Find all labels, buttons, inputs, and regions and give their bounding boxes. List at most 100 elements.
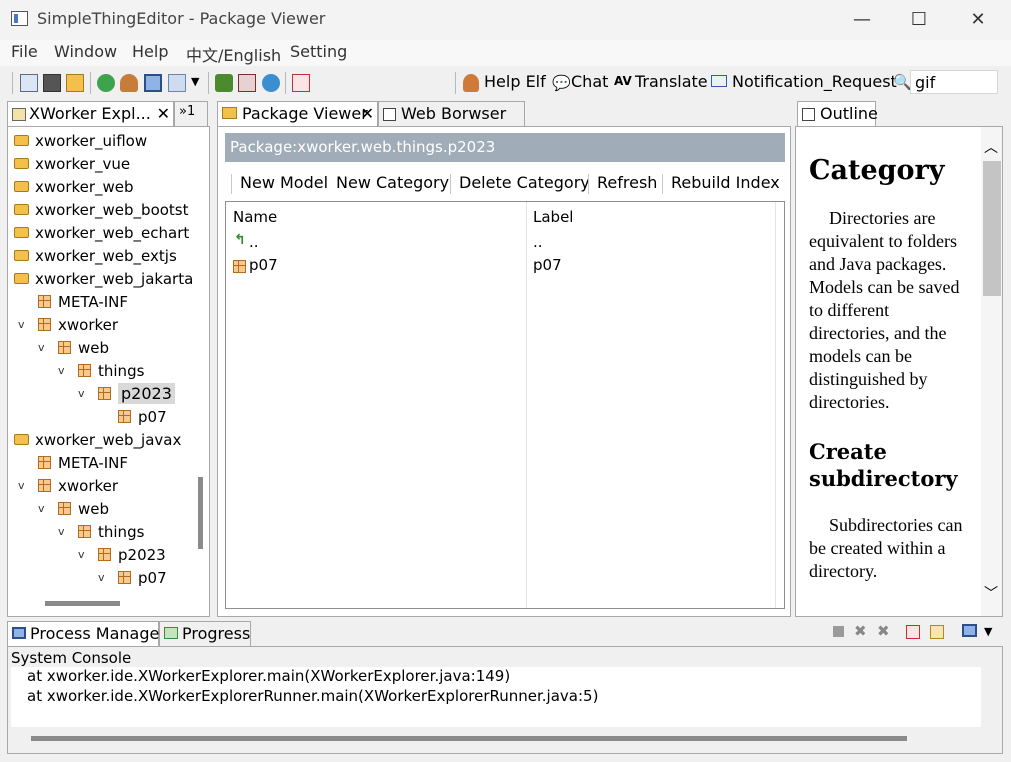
menu-help[interactable]: Help: [132, 42, 168, 61]
user-icon[interactable]: [120, 74, 138, 92]
dropdown-chevron-icon[interactable]: ▼: [191, 75, 199, 88]
stop-icon[interactable]: [833, 626, 844, 637]
tab-outline[interactable]: Outline: [797, 101, 878, 126]
chevron-down-icon[interactable]: v: [18, 318, 38, 331]
document-icon[interactable]: [238, 74, 256, 92]
outline-panel: Outline Category Directories are equival…: [795, 101, 1003, 617]
table-row[interactable]: ↰ .. ..: [226, 232, 784, 255]
tab-package-viewer[interactable]: Package Viewer ✕: [217, 101, 378, 126]
translate-button[interactable]: Translate: [635, 72, 708, 91]
chat-button[interactable]: Chat: [571, 72, 608, 91]
windows-icon[interactable]: [168, 74, 186, 92]
minimize-button[interactable]: —: [833, 0, 891, 40]
close-tab-icon[interactable]: ✕: [361, 104, 374, 123]
remove-all-icon[interactable]: ✖: [877, 622, 890, 640]
chevron-down-icon[interactable]: v: [98, 571, 118, 584]
folder-icon: [14, 181, 29, 192]
tree-item[interactable]: META-INF: [14, 290, 194, 313]
maximize-button[interactable]: ☐: [890, 0, 948, 40]
tree-item[interactable]: v p2023: [14, 543, 194, 566]
close-button[interactable]: ✕: [949, 0, 1007, 40]
tree-item[interactable]: v xworker: [14, 474, 194, 497]
tree-item[interactable]: xworker_web: [14, 175, 194, 198]
close-tab-icon[interactable]: ✕: [157, 104, 170, 123]
outline-body: Category Directories are equivalent to f…: [795, 126, 1003, 617]
outline-scrollbar[interactable]: ︿ ﹀: [981, 127, 1002, 616]
tree-item[interactable]: v things: [14, 520, 194, 543]
tree-item[interactable]: v xworker: [14, 313, 194, 336]
delete-category-button[interactable]: Delete Category: [453, 170, 596, 196]
chevron-down-icon[interactable]: v: [58, 525, 78, 538]
rebuild-index-button[interactable]: Rebuild Index: [665, 170, 786, 196]
plugin-icon[interactable]: [215, 74, 233, 92]
chat-icon: 💬: [552, 74, 571, 92]
tree-item[interactable]: v p2023: [14, 382, 194, 405]
help-elf-button[interactable]: Help Elf: [484, 72, 546, 91]
tree-item-label: p07: [138, 568, 167, 587]
checkbox-icon: [383, 108, 396, 121]
tree-item[interactable]: xworker_web_echart: [14, 221, 194, 244]
title-bar: SimpleThingEditor - Package Viewer — ☐ ✕: [0, 0, 1011, 40]
refresh-icon[interactable]: [97, 74, 115, 92]
search-input[interactable]: [910, 70, 998, 94]
tree-item[interactable]: v things: [14, 359, 194, 382]
bottom-panel: Process Manager Progress ✖ ✖ ▼ System Co…: [7, 621, 1003, 754]
tree-item-label: xworker_uiflow: [35, 131, 148, 150]
tree-item[interactable]: v web: [14, 336, 194, 359]
horizontal-scrollbar[interactable]: [45, 601, 120, 606]
action-bar: New Model New Category Delete Category R…: [225, 170, 785, 198]
notification-request-button[interactable]: Notification_Request: [732, 72, 897, 91]
java-file-icon[interactable]: [292, 74, 310, 92]
console-output[interactable]: at xworker.ide.XWorkerExplorer.main(XWor…: [11, 667, 981, 727]
scroll-thumb[interactable]: [983, 161, 1001, 296]
vertical-scrollbar[interactable]: [198, 477, 203, 549]
dropdown-chevron-icon[interactable]: ▼: [984, 625, 992, 638]
lock-icon[interactable]: [930, 625, 944, 639]
tree-item[interactable]: xworker_web_javax: [14, 428, 194, 451]
chevron-down-icon[interactable]: v: [78, 548, 98, 561]
tree-item[interactable]: xworker_web_bootst: [14, 198, 194, 221]
refresh-button[interactable]: Refresh: [591, 170, 663, 196]
tree-item-label: xworker_web_javax: [35, 430, 182, 449]
tree-item[interactable]: xworker_vue: [14, 152, 194, 175]
menu-language[interactable]: 中文/English: [186, 42, 281, 66]
tree-item[interactable]: xworker_web_extjs: [14, 244, 194, 267]
remove-icon[interactable]: ✖: [854, 622, 867, 640]
new-category-button[interactable]: New Category: [330, 170, 455, 196]
tree-item-label: p2023: [118, 383, 175, 404]
tab-web-browser[interactable]: Web Borwser: [378, 101, 525, 126]
menu-window[interactable]: Window: [54, 42, 117, 61]
chevron-down-icon[interactable]: v: [58, 364, 78, 377]
table-row[interactable]: p07 p07: [226, 255, 784, 278]
home-icon[interactable]: [20, 74, 38, 92]
chevron-down-icon[interactable]: v: [18, 479, 38, 492]
chevron-down-icon[interactable]: v: [38, 502, 58, 515]
tree-item[interactable]: xworker_uiflow: [14, 129, 194, 152]
tab-progress[interactable]: Progress: [159, 621, 251, 646]
globe-icon[interactable]: [262, 74, 280, 92]
save-icon[interactable]: [43, 74, 61, 92]
mail-icon: [711, 75, 727, 87]
display-console-icon[interactable]: [962, 624, 977, 637]
scroll-down-icon[interactable]: ﹀: [984, 583, 998, 603]
new-model-button[interactable]: New Model: [234, 170, 334, 196]
monitor-icon[interactable]: [144, 74, 162, 92]
clear-console-icon[interactable]: [906, 625, 920, 639]
column-header-name[interactable]: Name: [233, 208, 277, 226]
menu-file[interactable]: File: [11, 42, 38, 61]
chevron-down-icon[interactable]: v: [78, 387, 98, 400]
horizontal-scrollbar[interactable]: [31, 736, 907, 741]
more-tabs-button[interactable]: »1: [174, 101, 208, 126]
tree-item[interactable]: v p07: [14, 566, 194, 589]
column-header-label[interactable]: Label: [533, 208, 573, 226]
tree-item[interactable]: v web: [14, 497, 194, 520]
chevron-down-icon[interactable]: v: [38, 341, 58, 354]
menu-setting[interactable]: Setting: [290, 42, 347, 61]
tab-process-manager[interactable]: Process Manager: [7, 621, 166, 646]
tree-item[interactable]: p07: [14, 405, 194, 428]
open-folder-icon[interactable]: [66, 74, 84, 92]
scroll-up-icon[interactable]: ︿: [984, 137, 998, 157]
tab-xworker-explorer[interactable]: XWorker Expl... ✕: [7, 101, 174, 126]
tree-item[interactable]: xworker_web_jakarta: [14, 267, 194, 290]
tree-item[interactable]: META-INF: [14, 451, 194, 474]
